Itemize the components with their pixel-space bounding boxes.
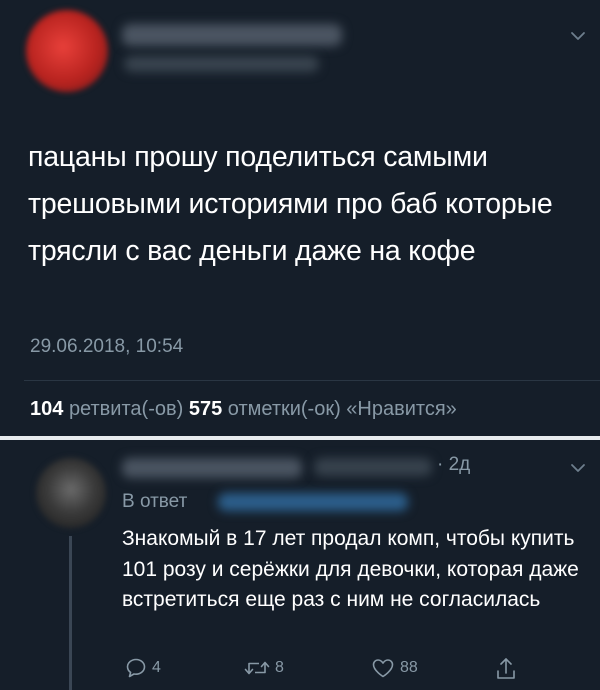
- reply-time: · 2д: [437, 454, 471, 475]
- author-name-blurred[interactable]: [122, 24, 342, 46]
- in-reply-to-mention-blurred[interactable]: [218, 493, 408, 511]
- reply-button[interactable]: 4: [124, 656, 161, 680]
- divider: [24, 380, 600, 381]
- tweet-detail-screen: пацаны прошу поделиться самыми трешовыми…: [0, 0, 600, 690]
- share-upload-icon: [497, 658, 515, 679]
- like-count: 88: [400, 659, 418, 676]
- reply-author-handle-blurred: [314, 458, 432, 476]
- likes-count[interactable]: 575: [189, 398, 222, 420]
- reply-author-avatar[interactable]: [36, 458, 106, 528]
- reply-actions: 4 8 88: [0, 656, 600, 690]
- chevron-down-icon[interactable]: [570, 460, 586, 476]
- tweet-timestamp: 29.06.2018, 10:54: [30, 336, 184, 357]
- chevron-down-icon[interactable]: [570, 28, 586, 44]
- retweet-arrows-icon: [244, 661, 270, 675]
- likes-label[interactable]: отметки(-ок) «Нравится»: [228, 398, 457, 420]
- tweet-stats: 104 ретвита(-ов) 575 отметки(-ок) «Нрави…: [30, 398, 457, 421]
- share-button[interactable]: [494, 656, 518, 682]
- heart-icon: [372, 659, 394, 678]
- retweets-label[interactable]: ретвита(-ов): [69, 398, 183, 420]
- in-reply-to-label: В ответ: [122, 491, 188, 512]
- tweet-text: пацаны прошу поделиться самыми трешовыми…: [28, 141, 553, 267]
- like-button[interactable]: 88: [370, 656, 418, 680]
- retweets-count[interactable]: 104: [30, 398, 63, 420]
- author-handle-blurred: [124, 56, 319, 72]
- reply-text: Знакомый в 17 лет продал комп, чтобы куп…: [122, 527, 579, 611]
- speech-bubble-icon: [126, 658, 146, 678]
- reply-count: 4: [152, 659, 161, 676]
- reply-tweet[interactable]: · 2д В ответ Знакомый в 17 лет продал ко…: [0, 440, 600, 690]
- retweet-count: 8: [275, 659, 284, 676]
- author-avatar[interactable]: [26, 10, 108, 92]
- retweet-button[interactable]: 8: [243, 656, 284, 680]
- main-tweet: пацаны прошу поделиться самыми трешовыми…: [0, 0, 600, 428]
- reply-author-name-blurred[interactable]: [122, 458, 302, 478]
